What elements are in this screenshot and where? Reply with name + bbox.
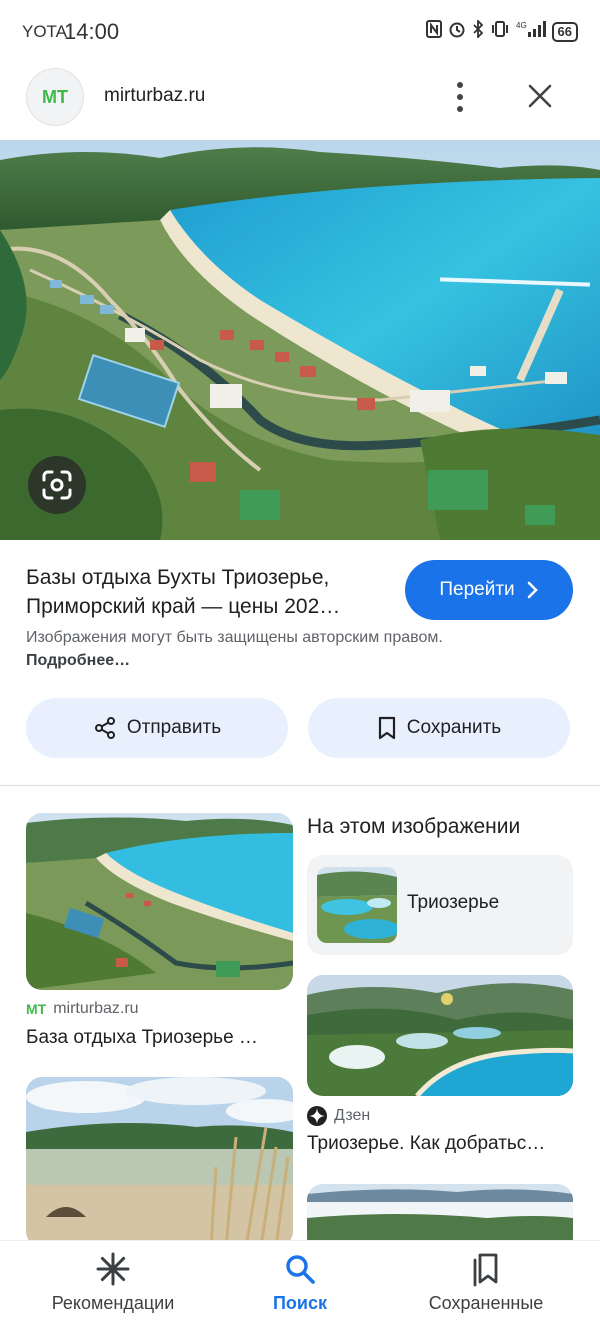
battery-indicator: 66 bbox=[551, 21, 578, 42]
result-title-line2: Приморский край — цены 202… bbox=[26, 595, 341, 618]
close-button[interactable] bbox=[522, 78, 558, 114]
more-vert-icon bbox=[457, 82, 463, 88]
vibrate-icon bbox=[490, 20, 510, 43]
chevron-right-icon bbox=[527, 581, 538, 599]
alarm-icon bbox=[448, 20, 466, 43]
related-source-2[interactable]: Дзен bbox=[307, 1106, 370, 1126]
site-domain[interactable]: mirturbaz.ru bbox=[104, 85, 205, 107]
clock: 14:00 bbox=[64, 19, 120, 44]
asterisk-icon bbox=[96, 1252, 130, 1286]
save-button[interactable]: Сохранить bbox=[308, 698, 570, 758]
carrier-label: YOTA bbox=[22, 22, 68, 41]
bookmarks-icon bbox=[473, 1253, 498, 1287]
copyright-notice: Изображения могут быть защищены авторски… bbox=[26, 626, 446, 672]
share-icon bbox=[94, 717, 115, 739]
share-button[interactable]: Отправить bbox=[26, 698, 288, 758]
visit-button[interactable]: Перейти bbox=[405, 560, 573, 620]
nav-recommendations[interactable]: Рекомендации bbox=[13, 1251, 213, 1314]
share-button-label: Отправить bbox=[126, 717, 222, 738]
hero-image[interactable] bbox=[0, 140, 600, 540]
related-source-1[interactable]: MT mirturbaz.ru bbox=[26, 1000, 139, 1018]
nav-saved[interactable]: Сохраненные bbox=[386, 1251, 586, 1314]
nav-search-label: Поиск bbox=[272, 1293, 328, 1313]
lens-search-button[interactable] bbox=[28, 456, 86, 514]
result-title[interactable]: Базы отдыха Бухты Триозерье, Приморский … bbox=[26, 563, 386, 621]
bookmark-icon bbox=[378, 716, 395, 740]
status-icons: 4G 66 bbox=[425, 18, 578, 43]
section-divider bbox=[0, 785, 600, 786]
lens-icon bbox=[42, 470, 72, 500]
source-domain: mirturbaz.ru bbox=[53, 1000, 139, 1017]
related-image-2[interactable] bbox=[307, 975, 573, 1096]
related-image-1[interactable] bbox=[26, 813, 293, 990]
network-type: 4G bbox=[516, 21, 527, 30]
search-icon bbox=[286, 1255, 315, 1284]
close-icon bbox=[528, 84, 552, 108]
entity-label: Триозерье bbox=[407, 892, 500, 913]
bluetooth-icon bbox=[472, 18, 484, 43]
result-title-line1: Базы отдыха Бухты Триозерье, bbox=[26, 566, 330, 589]
related-title-1[interactable]: База отдыха Триозерье … bbox=[26, 1027, 293, 1049]
nfc-icon bbox=[425, 20, 442, 43]
nav-search[interactable]: Поиск bbox=[200, 1251, 400, 1314]
dzen-icon bbox=[307, 1106, 327, 1126]
copyright-text: Изображения могут быть защищены авторски… bbox=[26, 629, 443, 646]
source-name: Дзен bbox=[334, 1107, 371, 1124]
in-image-heading: На этом изображении bbox=[307, 815, 521, 838]
status-bar: YOTA 14:00 4G 66 bbox=[0, 0, 600, 64]
more-options-button[interactable] bbox=[444, 78, 476, 116]
nav-recommendations-label: Рекомендации bbox=[51, 1293, 175, 1313]
related-image-3[interactable] bbox=[26, 1077, 293, 1247]
save-button-label: Сохранить bbox=[406, 717, 502, 738]
source-badge: MT bbox=[26, 1001, 47, 1017]
entity-chip[interactable]: Триозерье bbox=[307, 855, 573, 955]
signal-icon: 4G bbox=[516, 20, 546, 43]
source-header: MT mirturbaz.ru bbox=[0, 64, 600, 140]
related-title-2[interactable]: Триозерье. Как добратьс… bbox=[307, 1133, 573, 1155]
learn-more-link[interactable]: Подробнее… bbox=[26, 652, 130, 669]
entity-thumbnail bbox=[317, 867, 397, 943]
bottom-navigation: Рекомендации Поиск Сохраненные bbox=[0, 1240, 600, 1332]
site-logo[interactable]: MT bbox=[26, 68, 84, 126]
visit-button-label: Перейти bbox=[439, 579, 515, 600]
nav-saved-label: Сохраненные bbox=[428, 1293, 544, 1313]
